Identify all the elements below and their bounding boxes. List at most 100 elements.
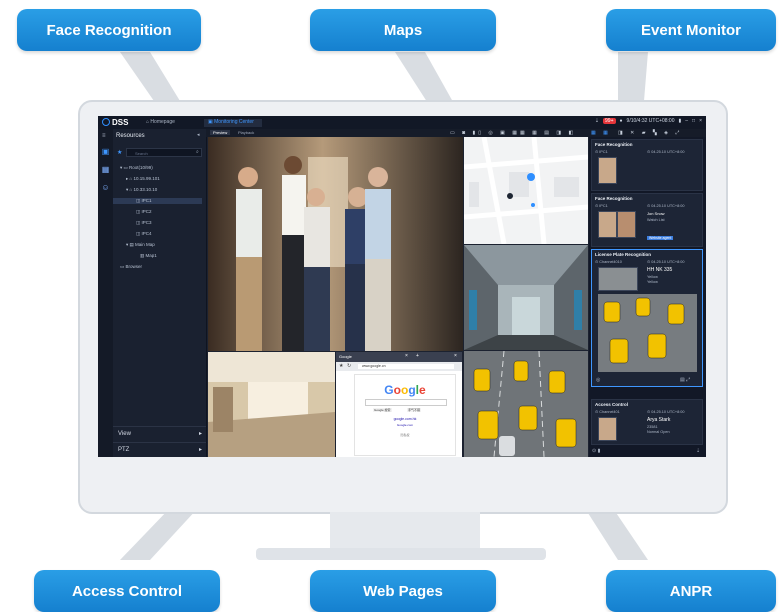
- ptz-label: PTZ: [118, 447, 130, 453]
- event-toolbar-icons[interactable]: ◨ ✕ ▰ ▚ ◈ ⤢: [618, 130, 682, 136]
- privacy-link[interactable]: 隐私权: [355, 433, 455, 437]
- event-channel-text: IPC1: [599, 204, 608, 208]
- video-toolbar-icons[interactable]: ▭ ◙ ▮▯ ◎ ▣ ▦▦ ▦ ▤ ◨ ◧: [450, 130, 576, 136]
- logo-ring-icon: [102, 118, 110, 126]
- event-channel: ⊙ IPC1: [595, 150, 608, 154]
- person-thumbnail: [598, 417, 617, 441]
- collapse-icon[interactable]: ◂: [197, 132, 200, 138]
- face-video-image: [208, 137, 463, 351]
- event-card-face-1[interactable]: Face Recognition ⊙ IPC1 ⊙ 04.25.10 UTC+8…: [591, 139, 703, 191]
- tree-item[interactable]: ◫ IPC2: [136, 209, 152, 215]
- browser-pane[interactable]: Google × + × ★ ↻ www.google.cn Google Go…: [336, 352, 462, 457]
- sidebar-ptz-section[interactable]: PTZ ▸: [113, 442, 206, 456]
- event-time: ⊙ 04.25.10 UTC+8:00: [647, 150, 685, 154]
- star-icon[interactable]: ★: [339, 363, 343, 369]
- url-input[interactable]: www.google.cn: [358, 364, 454, 369]
- event-time: ⊙ 04.25.10 UTC+8:00: [647, 260, 685, 264]
- plate-number: HH NK 335: [647, 267, 673, 273]
- refresh-icon[interactable]: ↻: [347, 363, 351, 369]
- event-channel: ⊙ Channel4010: [595, 260, 622, 264]
- alarm-badge[interactable]: 99+: [603, 118, 616, 124]
- tree-item-label: IPC4: [141, 231, 152, 236]
- tree-item[interactable]: ▾ ▤ Main Map: [126, 242, 155, 248]
- star-icon[interactable]: ★: [117, 149, 122, 156]
- face-recognition-video-pane[interactable]: [208, 137, 463, 351]
- monitor-icon[interactable]: ▣: [101, 147, 110, 156]
- tree-item[interactable]: ▥ Map1: [140, 253, 157, 259]
- face-thumbnail: [598, 211, 617, 238]
- person-name: Jon Snow: [647, 211, 665, 216]
- tree-item[interactable]: ◫ IPC1: [113, 198, 202, 204]
- google-hk-link[interactable]: google.com.hk: [355, 417, 455, 421]
- tree-item-label: 10.15.99.101: [133, 176, 160, 181]
- top-right-controls: ⇣ 99+ ● 9/10/4:32 UTC+08:00 ▮ – □ ×: [595, 118, 702, 124]
- traffic-pane[interactable]: [464, 351, 588, 457]
- tab-close-icon[interactable]: ×: [405, 353, 408, 359]
- dss-screen: DSS ⌂ Homepage ▣ Monitoring Center ⇣ 99+…: [98, 116, 706, 457]
- callout-anpr: ANPR: [606, 570, 776, 612]
- lucky-button[interactable]: 手气不错: [407, 408, 422, 412]
- camera-icon[interactable]: ◎: [596, 377, 600, 383]
- window-close-icon[interactable]: ×: [454, 353, 457, 359]
- event-card-lpr[interactable]: License Plate Recognition ⊙ Channel4010 …: [591, 249, 703, 387]
- search-icon[interactable]: ⌕: [196, 149, 199, 155]
- tree-item-label: Map1: [145, 253, 157, 258]
- layout-toolbar-icons[interactable]: ▦ ▦: [591, 130, 611, 136]
- user-icon[interactable]: ●: [620, 118, 623, 124]
- tree-item[interactable]: ▾ ⌂ 10.33.10.10: [126, 187, 157, 193]
- maximize-icon[interactable]: □: [692, 118, 695, 124]
- tab-preview[interactable]: Preview: [210, 130, 231, 135]
- app-top-bar: DSS ⌂ Homepage ▣ Monitoring Center ⇣ 99+…: [98, 116, 706, 129]
- new-tab-icon[interactable]: +: [416, 353, 419, 359]
- tree-item-label: Root(10/99): [129, 165, 153, 170]
- tab-playback[interactable]: Playback: [238, 130, 254, 135]
- settings-icon[interactable]: ⊙ ▮: [592, 448, 600, 454]
- google-search-button[interactable]: Google 搜索: [373, 408, 392, 412]
- map-image: [464, 137, 588, 244]
- event-channel-text: Channel401: [599, 410, 620, 414]
- monitor-neck: [330, 512, 480, 550]
- tree-item[interactable]: ▭ Browser: [120, 264, 142, 270]
- tree-item[interactable]: ◫ IPC3: [136, 220, 152, 226]
- tab-monitoring-center[interactable]: ▣ Monitoring Center: [204, 119, 262, 127]
- lobby-image: [208, 352, 335, 457]
- close-icon[interactable]: ×: [699, 118, 702, 124]
- search-input[interactable]: Search: [126, 148, 202, 157]
- event-channel: ⊙ Channel401: [595, 410, 620, 414]
- tree-item[interactable]: ◫ IPC4: [136, 231, 152, 237]
- grid-icon[interactable]: ▦: [101, 165, 110, 174]
- lock-icon[interactable]: ▮: [679, 118, 682, 124]
- tree-item-label: IPC2: [141, 209, 152, 214]
- video-subtabs: Preview Playback ▭ ◙ ▮▯ ◎ ▣ ▦▦ ▦ ▤ ◨ ◧ ▦…: [206, 129, 706, 137]
- map-pane[interactable]: [464, 137, 588, 244]
- minimize-icon[interactable]: –: [685, 118, 688, 124]
- person-icon[interactable]: ☺: [101, 183, 110, 192]
- browser-tab[interactable]: Google: [339, 354, 352, 359]
- sidebar-view-section[interactable]: View ▸: [113, 426, 206, 440]
- event-channel-text: IPC1: [599, 150, 608, 154]
- icon-rail: ▣ ▦ ☺: [98, 129, 113, 457]
- google-letter: G: [384, 383, 394, 397]
- event-time: ⊙ 04.25.10 UTC+8:00: [647, 410, 685, 414]
- lobby-pane[interactable]: [208, 352, 335, 457]
- tab-monitoring-label: Monitoring Center: [214, 119, 254, 125]
- google-letter: o: [393, 383, 401, 397]
- event-time-text: 04.25.10 UTC+8:00: [651, 204, 685, 208]
- view-label: View: [118, 431, 131, 437]
- plate-thumbnail: [598, 267, 638, 291]
- tree-item[interactable]: ▸ ⌂ 10.15.99.101: [126, 176, 160, 182]
- google-com-link[interactable]: Google.com: [355, 423, 455, 427]
- callout-face-recognition: Face Recognition: [17, 9, 201, 51]
- event-card-access[interactable]: Access Control ⊙ Channel401 ⊙ 04.25.10 U…: [591, 399, 703, 445]
- mall-entrance-pane[interactable]: [464, 245, 588, 350]
- tab-homepage[interactable]: ⌂ Homepage: [146, 119, 175, 125]
- download-icon[interactable]: ⇣: [595, 118, 599, 124]
- snapshot-icons[interactable]: ▤ ⤢: [680, 377, 690, 383]
- event-card-face-2[interactable]: Face Recognition ⊙ IPC1 ⊙ 04.25.10 UTC+8…: [591, 193, 703, 247]
- app-logo: DSS: [102, 118, 128, 127]
- pin-icon[interactable]: ⇣: [696, 448, 700, 454]
- logo-text: DSS: [112, 118, 129, 127]
- google-search-input[interactable]: [365, 399, 447, 406]
- menu-icon[interactable]: ≡: [102, 133, 106, 139]
- tree-item[interactable]: ▾ ▭ Root(10/99): [120, 165, 153, 171]
